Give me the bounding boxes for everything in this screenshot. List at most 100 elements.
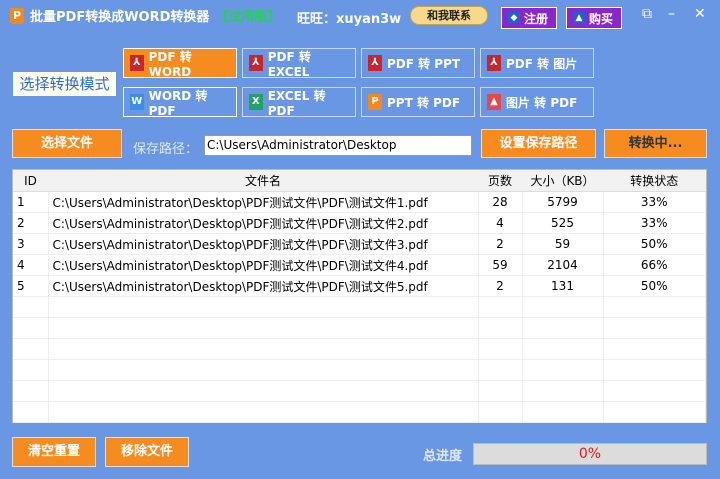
save-path-label: 保存路径： xyxy=(133,142,199,157)
column-header[interactable]: ID xyxy=(13,170,48,192)
table-cell xyxy=(522,359,604,381)
mode-button[interactable]: ⅄ PDF 转 图片 xyxy=(480,48,594,78)
table-cell xyxy=(522,401,604,423)
mode-button[interactable]: ⅄ PDF 转 EXCEL xyxy=(242,48,356,79)
table-row[interactable]: 2 C:\Users\Administrator\Desktop\PDF测试文件\… xyxy=(13,212,706,234)
table-cell: C:\Users\Administrator\Desktop\PDF测试文件\P… xyxy=(48,233,479,255)
table-cell: 5 xyxy=(13,275,49,297)
mode-label-text: 图片 转 PDF xyxy=(506,95,578,110)
table-row[interactable]: 1 C:\Users\Administrator\Desktop\PDF测试文件\… xyxy=(13,191,706,213)
trial-badge: 【试用版】 xyxy=(215,10,281,25)
table-cell xyxy=(603,380,706,402)
clear-reset-button[interactable]: 清空重置 xyxy=(12,437,96,467)
pdf-icon: ⅄ xyxy=(487,55,501,71)
table-cell: 3 xyxy=(13,233,49,255)
excel-icon: X xyxy=(249,94,263,110)
column-header[interactable]: 大小（KB） xyxy=(522,170,603,192)
table-cell xyxy=(48,317,479,339)
cart-icon: ▲ xyxy=(573,12,585,24)
table-cell: C:\Users\Administrator\Desktop\PDF测试文件\P… xyxy=(48,254,479,276)
table-cell: 5799 xyxy=(522,191,604,213)
minimize-icon[interactable]: – xyxy=(668,6,675,22)
table-cell xyxy=(13,401,49,423)
pdf-icon: ⅄ xyxy=(130,55,144,71)
table-row[interactable] xyxy=(13,359,706,381)
mode-button[interactable]: W WORD 转 PDF xyxy=(123,87,237,118)
mode-label-text: PDF 转 EXCEL xyxy=(267,49,311,79)
mode-label-text: PPT 转 PDF xyxy=(387,95,461,110)
select-file-button[interactable]: 选择文件 xyxy=(12,129,122,158)
save-path-input[interactable]: C:\Users\Administrator\Desktop xyxy=(204,135,472,156)
table-row[interactable]: 4 C:\Users\Administrator\Desktop\PDF测试文件\… xyxy=(13,254,706,276)
table-row[interactable] xyxy=(13,380,706,402)
table-cell: C:\Users\Administrator\Desktop\PDF测试文件\P… xyxy=(48,275,479,297)
contact-button[interactable]: 和我联系 xyxy=(410,6,488,25)
mode-button[interactable]: ▲ 图片 转 PDF xyxy=(480,87,594,117)
title-bar: P 批量PDF转换成WORD转换器 【试用版】 xyxy=(10,6,280,25)
set-save-path-button[interactable]: 设置保存路径 xyxy=(481,129,596,158)
convert-button[interactable]: 转换中... xyxy=(604,129,707,158)
register-button[interactable]: ◆ 注册 xyxy=(501,7,557,29)
restore-icon[interactable]: ⧉ xyxy=(642,6,652,22)
table-cell xyxy=(522,380,604,402)
table-cell: 59 xyxy=(478,254,523,276)
total-progress-label: 总进度 xyxy=(423,449,463,464)
table-cell xyxy=(48,401,479,423)
pdf-icon: ⅄ xyxy=(249,55,263,71)
table-cell xyxy=(13,296,49,318)
buy-label: 购买 xyxy=(589,11,614,26)
mode-label-text: WORD 转 PDF xyxy=(148,88,208,118)
table-cell: 1 xyxy=(13,191,49,213)
table-cell xyxy=(478,401,523,423)
register-icon: ◆ xyxy=(508,12,520,24)
table-cell: C:\Users\Administrator\Desktop\PDF测试文件\P… xyxy=(48,191,479,213)
mode-button[interactable]: ⅄ PDF 转 PPT xyxy=(361,48,475,78)
table-cell xyxy=(603,338,706,360)
table-cell xyxy=(522,338,604,360)
table-row[interactable] xyxy=(13,338,706,360)
table-cell: 33% xyxy=(603,191,706,213)
mode-label: 选择转换模式 xyxy=(13,72,116,96)
table-cell: 4 xyxy=(478,212,523,234)
table-row[interactable] xyxy=(13,296,706,318)
column-header[interactable]: 文件名 xyxy=(48,170,478,192)
remove-file-button[interactable]: 移除文件 xyxy=(105,437,189,467)
table-cell xyxy=(522,296,604,318)
buy-button[interactable]: ▲ 购买 xyxy=(566,7,622,29)
table-row[interactable]: 3 C:\Users\Administrator\Desktop\PDF测试文件\… xyxy=(13,233,706,255)
table-cell xyxy=(478,338,523,360)
mode-button[interactable]: P PPT 转 PDF xyxy=(361,87,475,117)
app-logo-icon: P xyxy=(10,7,24,24)
table-cell: 2 xyxy=(478,275,523,297)
ppt-icon: P xyxy=(368,94,382,110)
table-cell xyxy=(522,317,604,339)
table-cell: 33% xyxy=(603,212,706,234)
mode-button[interactable]: X EXCEL 转 PDF xyxy=(242,87,356,118)
close-icon[interactable]: ✕ xyxy=(694,6,706,22)
table-cell xyxy=(603,401,706,423)
word-icon: W xyxy=(130,94,144,110)
table-cell xyxy=(48,296,479,318)
table-cell: 50% xyxy=(603,233,706,255)
column-header[interactable]: 页数 xyxy=(478,170,522,192)
total-progress-bar: 0% xyxy=(473,443,707,465)
table-row[interactable]: 5 C:\Users\Administrator\Desktop\PDF测试文件\… xyxy=(13,275,706,297)
table-cell xyxy=(478,296,523,318)
table-row[interactable] xyxy=(13,401,706,423)
table-cell: 4 xyxy=(13,254,49,276)
table-row[interactable] xyxy=(13,317,706,339)
table-cell xyxy=(13,317,49,339)
table-cell xyxy=(478,380,523,402)
table-cell xyxy=(48,380,479,402)
table-cell: 50% xyxy=(603,275,706,297)
mode-label-text: PDF 转 PPT xyxy=(387,56,461,71)
table-cell xyxy=(13,359,49,381)
table-cell xyxy=(13,338,49,360)
image-icon: ▲ xyxy=(487,94,501,110)
column-header[interactable]: 转换状态 xyxy=(603,170,706,192)
register-label: 注册 xyxy=(524,11,549,26)
mode-label-text: EXCEL 转 PDF xyxy=(267,88,326,118)
mode-button[interactable]: ⅄ PDF 转 WORD xyxy=(123,48,237,79)
table-cell xyxy=(478,317,523,339)
table-cell: 131 xyxy=(522,275,604,297)
